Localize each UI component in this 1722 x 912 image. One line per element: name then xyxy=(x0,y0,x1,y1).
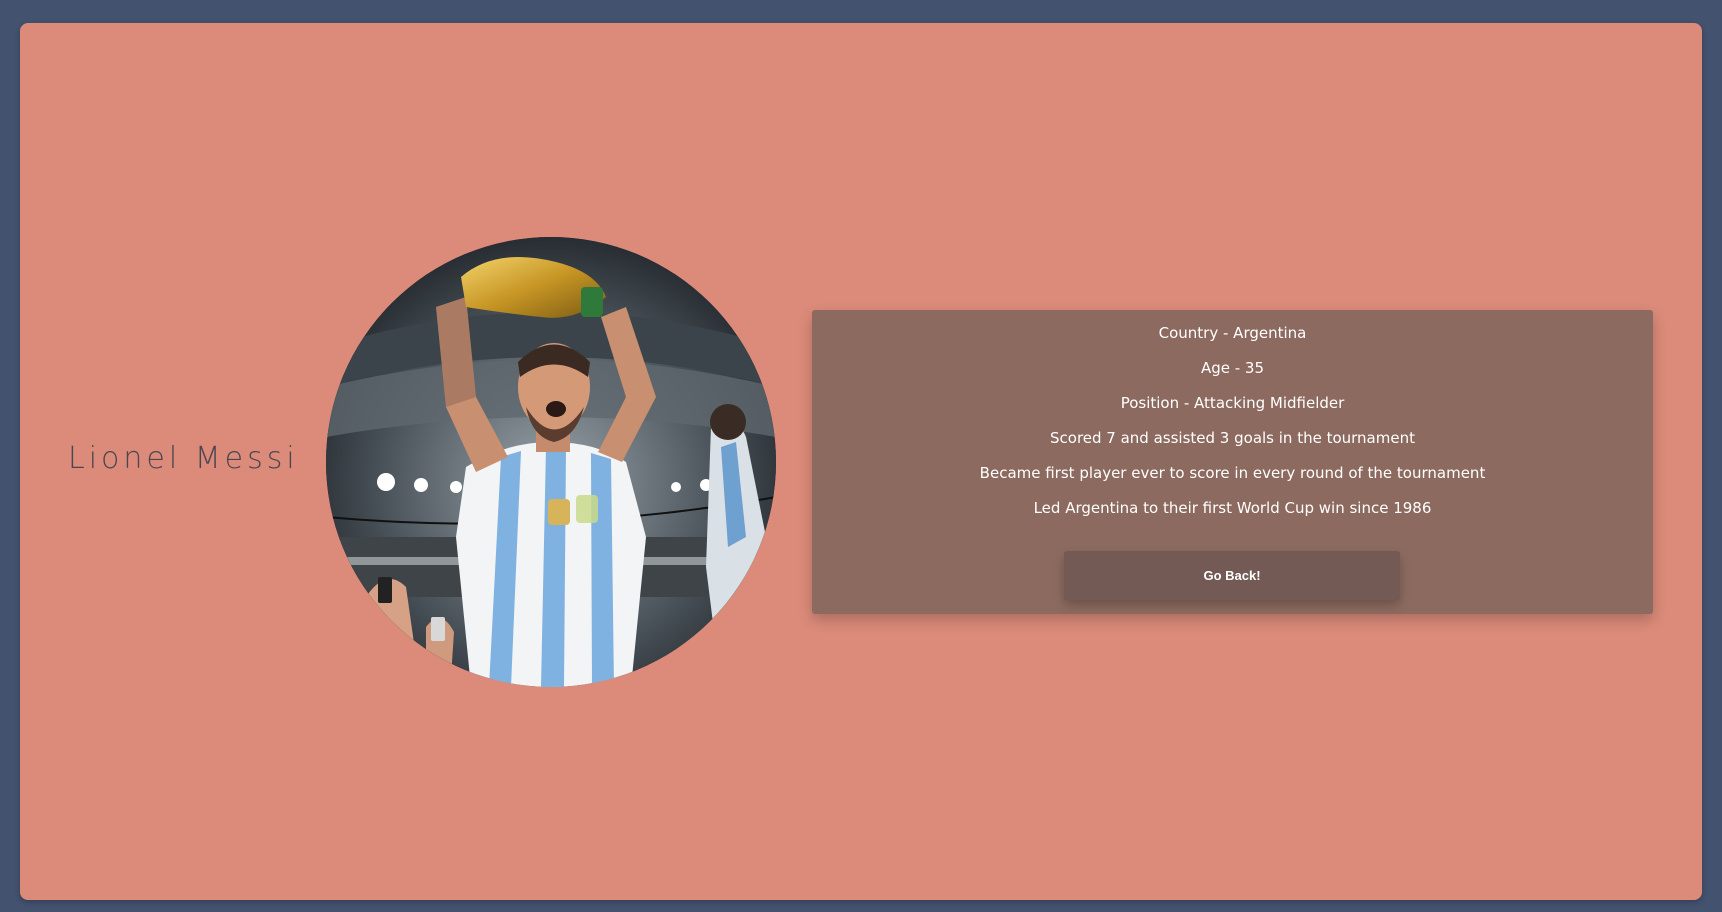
info-world-cup: Led Argentina to their first World Cup w… xyxy=(1033,499,1432,517)
info-age: Age - 35 xyxy=(1200,359,1265,377)
player-info-panel: Country - Argentina Age - 35 Position - … xyxy=(812,310,1653,614)
player-photo xyxy=(326,237,776,687)
info-country: Country - Argentina xyxy=(1158,324,1307,342)
player-card: Lionel Messi Country - Argentina Age - 3… xyxy=(20,23,1702,900)
info-record: Became first player ever to score in eve… xyxy=(979,464,1486,482)
info-tournament-stats: Scored 7 and assisted 3 goals in the tou… xyxy=(1050,429,1415,447)
go-back-button[interactable]: Go Back! xyxy=(1064,551,1400,600)
info-position: Position - Attacking Midfielder xyxy=(1120,394,1345,412)
player-name: Lionel Messi xyxy=(68,441,299,476)
